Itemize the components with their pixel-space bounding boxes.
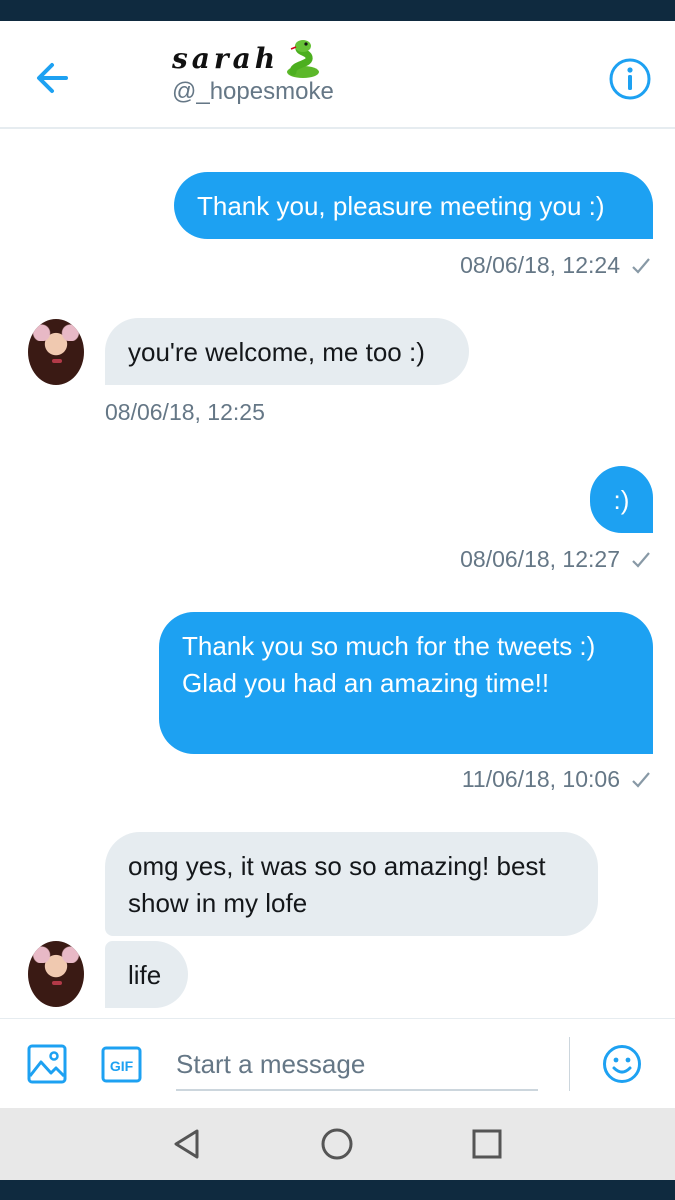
- outgoing-message-bubble[interactable]: Thank you so much for the tweets :) Glad…: [159, 612, 653, 754]
- contact-avatar[interactable]: [28, 319, 84, 385]
- check-icon: [632, 258, 650, 274]
- android-navigation-bar: [0, 1108, 675, 1180]
- nav-back-button[interactable]: [169, 1126, 205, 1162]
- message-text: you're welcome, me too :): [128, 337, 425, 367]
- nav-recents-button[interactable]: [469, 1126, 505, 1162]
- message-text: Thank you so much for the tweets :) Glad…: [182, 631, 596, 698]
- incoming-message-bubble[interactable]: you're welcome, me too :): [105, 318, 469, 385]
- message-timestamp: 08/06/18, 12:24: [460, 250, 652, 280]
- contact-handle: @_hopesmoke: [172, 78, 334, 105]
- outgoing-message-bubble[interactable]: :): [590, 466, 653, 533]
- nav-home-button[interactable]: [319, 1126, 355, 1162]
- outgoing-message-bubble[interactable]: Thank you, pleasure meeting you :): [174, 172, 653, 239]
- triangle-back-icon: [174, 1129, 199, 1159]
- square-recents-icon: [472, 1129, 502, 1159]
- conversation-title[interactable]: sarah @_hopesmoke: [172, 39, 334, 107]
- status-bar: [0, 0, 675, 21]
- check-icon: [632, 772, 650, 788]
- image-icon: [27, 1044, 67, 1084]
- message-composer: GIF: [0, 1018, 675, 1109]
- emoji-button[interactable]: [602, 1044, 642, 1084]
- emoji-icon: [603, 1045, 641, 1083]
- info-icon: [609, 58, 651, 100]
- message-text: omg yes, it was so so amazing! best show…: [128, 851, 546, 918]
- message-text: Thank you, pleasure meeting you :): [197, 191, 605, 221]
- gif-label: GIF: [110, 1058, 134, 1074]
- add-photo-button[interactable]: [27, 1044, 67, 1084]
- arrow-left-icon: [37, 63, 68, 93]
- message-input[interactable]: [176, 1039, 538, 1091]
- incoming-message-bubble[interactable]: omg yes, it was so so amazing! best show…: [105, 832, 598, 936]
- message-timestamp: 08/06/18, 12:25: [105, 399, 265, 425]
- contact-avatar[interactable]: [28, 941, 84, 1007]
- message-list[interactable]: Thank you, pleasure meeting you :) 08/06…: [0, 129, 675, 1018]
- gif-button[interactable]: GIF: [101, 1046, 142, 1083]
- incoming-message-bubble[interactable]: life: [105, 941, 188, 1008]
- composer-divider: [569, 1037, 570, 1091]
- message-timestamp: 08/06/18, 12:27: [460, 544, 652, 574]
- check-icon: [632, 552, 650, 568]
- circle-home-icon: [321, 1128, 353, 1160]
- message-timestamp: 11/06/18, 10:06: [462, 764, 652, 794]
- snake-emoji-icon: [287, 40, 320, 78]
- message-text: life: [128, 960, 162, 990]
- gif-icon: GIF: [101, 1046, 142, 1083]
- back-button[interactable]: [28, 53, 78, 103]
- bottom-strip: [0, 1180, 675, 1200]
- info-button[interactable]: [608, 57, 652, 101]
- contact-name: sarah: [172, 42, 280, 75]
- message-text: :): [613, 485, 630, 515]
- conversation-header: sarah @_hopesmoke: [0, 21, 675, 129]
